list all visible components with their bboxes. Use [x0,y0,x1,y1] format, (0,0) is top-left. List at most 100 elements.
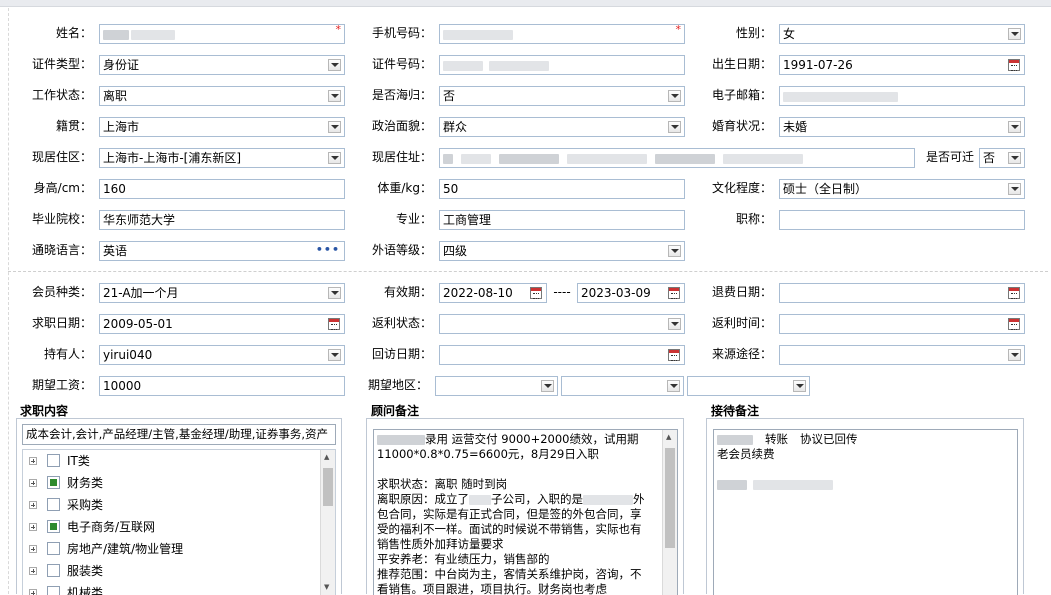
expand-icon[interactable] [29,457,37,465]
chevron-down-icon[interactable] [1008,349,1021,361]
redacted-text [103,29,129,40]
notes-scrollbar[interactable]: ▲ [662,430,677,595]
scroll-up-icon[interactable]: ▲ [666,433,671,441]
expand-icon[interactable] [29,545,37,553]
chevron-down-icon[interactable] [328,59,341,71]
school-field[interactable]: 华东师范大学 [99,210,345,230]
refund-date-field[interactable] [779,283,1025,303]
overseas-label: 是否海归： [371,88,432,102]
job-title-field[interactable] [779,210,1025,230]
more-icon[interactable]: ••• [316,243,340,256]
scroll-up-icon[interactable]: ▲ [324,453,329,461]
visit-date-field[interactable] [439,345,685,365]
salary-field[interactable]: 10000 [99,376,345,396]
expand-icon[interactable] [29,523,37,531]
checkbox[interactable] [47,454,60,467]
redacted-text [583,494,633,505]
school-label: 毕业院校： [31,212,92,226]
job-date-field[interactable]: 2009-05-01 [99,314,345,334]
origin-select[interactable]: 上海市 [99,117,345,137]
reception-notes-textarea[interactable]: 转账 协议已回传 老会员续费 [713,429,1018,595]
chevron-down-icon[interactable] [793,380,806,392]
redacted-text [443,29,513,40]
job-selected-field[interactable]: 成本会计,会计,产品经理/主管,基金经理/助理,证券事务,资产 [22,424,336,445]
validity-start-field[interactable]: 2022-08-10 [439,283,547,303]
overseas-select[interactable]: 否 [439,86,685,106]
holder-select[interactable]: yirui040 [99,345,345,365]
chevron-down-icon[interactable] [328,90,341,102]
chevron-down-icon[interactable] [328,287,341,299]
email-field[interactable] [779,86,1025,106]
chevron-down-icon[interactable] [1008,121,1021,133]
calendar-icon[interactable] [530,287,542,299]
scroll-down-icon[interactable]: ▼ [324,583,329,591]
residence-address-label: 现居住址： [371,150,432,164]
scroll-thumb[interactable] [323,468,333,506]
chevron-down-icon[interactable] [1008,152,1021,164]
gender-label: 性别： [735,26,772,40]
expand-icon[interactable] [29,479,37,487]
expand-icon[interactable] [29,501,37,509]
chevron-down-icon[interactable] [667,380,680,392]
calendar-icon[interactable] [328,318,340,330]
member-type-select[interactable]: 21-A加一个月 [99,283,345,303]
redacted-text [655,153,715,164]
marital-select[interactable]: 未婚 [779,117,1025,137]
weight-field[interactable]: 50 [439,179,685,199]
checkbox[interactable] [47,542,60,555]
phone-field[interactable]: * [439,23,685,44]
chevron-down-icon[interactable] [668,90,681,102]
chevron-down-icon[interactable] [668,318,681,330]
validity-end-field[interactable]: 2023-03-09 [577,283,685,303]
source-select[interactable] [779,345,1025,365]
redacted-text [469,494,491,505]
tree-scrollbar[interactable]: ▲ ▼ [320,450,335,595]
expand-icon[interactable] [29,589,37,595]
chevron-down-icon[interactable] [328,152,341,164]
gender-select[interactable]: 女 [779,24,1025,44]
region-city-select[interactable] [561,376,684,396]
residence-area-label: 现居住区： [31,150,92,164]
relocate-select[interactable]: 否 [979,148,1025,168]
id-number-field[interactable] [439,55,685,75]
chevron-down-icon[interactable] [328,349,341,361]
scroll-thumb[interactable] [665,448,675,548]
chevron-down-icon[interactable] [328,121,341,133]
chevron-down-icon[interactable] [668,245,681,257]
job-content-title: 求职内容 [20,404,69,418]
expand-icon[interactable] [29,567,37,575]
chevron-down-icon[interactable] [541,380,554,392]
chevron-down-icon[interactable] [668,121,681,133]
calendar-icon[interactable] [668,287,680,299]
height-field[interactable]: 160 [99,179,345,199]
political-select[interactable]: 群众 [439,117,685,137]
checkbox[interactable] [47,520,60,533]
chevron-down-icon[interactable] [1008,183,1021,195]
residence-address-field[interactable] [439,148,915,168]
region-district-select[interactable] [687,376,810,396]
education-select[interactable]: 硕士（全日制） [779,179,1025,199]
consultant-notes-textarea[interactable]: 录用 运营交付 9000+2000绩效，试用期 11000*0.8*0.75=6… [373,429,678,595]
job-content-panel: 成本会计,会计,产品经理/主管,基金经理/助理,证券事务,资产 IT类 财务类 … [16,418,342,595]
job-category-tree: IT类 财务类 采购类 电子商务/互联网 房地产/建筑/物业管理 服装类 机械类… [22,449,336,595]
checkbox[interactable] [47,476,60,489]
rebate-time-field[interactable] [779,314,1025,334]
checkbox[interactable] [47,564,60,577]
calendar-icon[interactable] [668,349,680,361]
calendar-icon[interactable] [1008,287,1020,299]
rebate-status-select[interactable] [439,314,685,334]
calendar-icon[interactable] [1008,59,1020,71]
id-type-select[interactable]: 身份证 [99,55,345,75]
work-status-select[interactable]: 离职 [99,86,345,106]
chevron-down-icon[interactable] [1008,28,1021,40]
birth-date-field[interactable]: 1991-07-26 [779,55,1025,75]
checkbox[interactable] [47,498,60,511]
language-level-select[interactable]: 四级 [439,241,685,261]
language-field[interactable]: 英语 ••• [99,241,345,261]
name-field[interactable]: * [99,23,345,44]
calendar-icon[interactable] [1008,318,1020,330]
visit-date-label: 回访日期： [371,347,432,361]
region-province-select[interactable] [435,376,558,396]
residence-area-select[interactable]: 上海市-上海市-[浦东新区] [99,148,345,168]
major-field[interactable]: 工商管理 [439,210,685,230]
